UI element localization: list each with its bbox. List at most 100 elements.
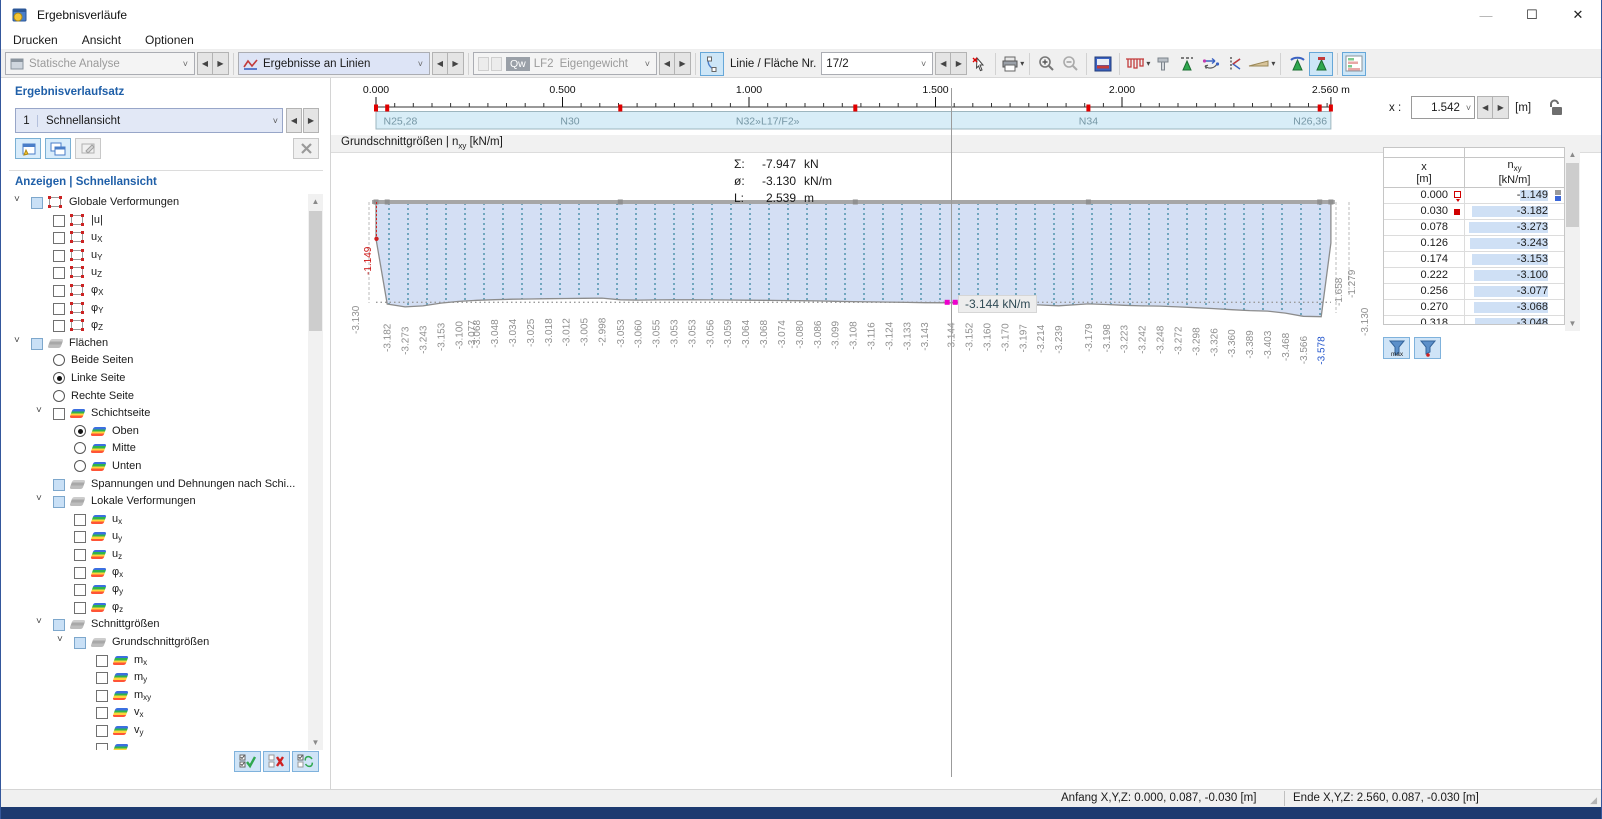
- close-button[interactable]: ✕: [1555, 0, 1601, 30]
- invert-selection-button[interactable]: [292, 751, 319, 772]
- tree-item-spannungen-und-dehnungen-nach-schi[interactable]: Spannungen und Dehnungen nach Schi...: [5, 476, 305, 494]
- print-button[interactable]: ▾: [1000, 52, 1025, 76]
- analysis-combo[interactable]: Statische Analyse ˅: [5, 52, 195, 75]
- node-values-button[interactable]: [1175, 52, 1199, 76]
- new-set-button[interactable]: [15, 138, 41, 159]
- scroll-down-icon[interactable]: ▼: [1565, 316, 1580, 331]
- copy-set-button[interactable]: [45, 138, 71, 159]
- table-row-x-0-174[interactable]: 0.174 -3.153: [1384, 252, 1564, 268]
- delete-set-button[interactable]: [293, 138, 319, 159]
- loadcase-next-button[interactable]: ▶: [675, 52, 691, 75]
- line-prev-button[interactable]: ◀: [935, 52, 952, 75]
- checkbox[interactable]: [53, 285, 65, 297]
- show-extreme-values-button[interactable]: [1309, 51, 1334, 76]
- radio-button[interactable]: [74, 442, 86, 455]
- table-row-x-0-318[interactable]: 0.318 -3.048: [1384, 316, 1564, 324]
- tree-item-ux[interactable]: uX: [5, 229, 305, 247]
- tree-item-oben[interactable]: Oben: [5, 423, 305, 441]
- table-row-x-0-126[interactable]: 0.126 -3.243: [1384, 236, 1564, 252]
- chevron-expanded-icon[interactable]: ˅: [36, 493, 42, 504]
- checkbox[interactable]: [53, 619, 65, 632]
- checkbox[interactable]: [31, 337, 43, 350]
- checkbox[interactable]: [74, 549, 86, 561]
- chevron-expanded-icon[interactable]: ˅: [36, 616, 42, 627]
- tree-item-uy[interactable]: uY: [5, 247, 305, 265]
- edit-set-button[interactable]: [75, 138, 101, 159]
- tree-item-vx[interactable]: vx: [5, 704, 305, 722]
- smoothing-dropdown-arrow[interactable]: ▾: [1271, 59, 1275, 68]
- print-dropdown-arrow[interactable]: ▾: [1020, 59, 1024, 68]
- menu-ansicht[interactable]: Ansicht: [70, 33, 133, 47]
- table-row-x-0-256[interactable]: 0.256 -3.077: [1384, 284, 1564, 300]
- filter-max-button[interactable]: max: [1383, 337, 1410, 359]
- table-row-x-0-222[interactable]: 0.222 -3.100: [1384, 268, 1564, 284]
- show-result-table-toggle[interactable]: [1342, 51, 1367, 76]
- x-position-combo[interactable]: 1.542 ˅: [1411, 96, 1476, 119]
- tree-item-uy[interactable]: uy: [5, 528, 305, 546]
- tree-scrollbar[interactable]: ▲ ▼: [308, 194, 323, 750]
- filter-point-button[interactable]: [1414, 337, 1441, 359]
- checkbox[interactable]: [74, 531, 86, 544]
- tree-item-x[interactable]: φx: [5, 564, 305, 582]
- table-scrollbar[interactable]: ▲ ▼: [1565, 147, 1580, 331]
- result-type-next-button[interactable]: ▶: [448, 52, 464, 75]
- chevron-expanded-icon[interactable]: ˅: [14, 335, 20, 346]
- table-scrollbar-thumb[interactable]: [1566, 163, 1579, 227]
- tree-item-mxy[interactable]: mxy: [5, 687, 305, 705]
- maximize-button[interactable]: ☐: [1509, 0, 1555, 30]
- tree-item-ux[interactable]: ux: [5, 511, 305, 529]
- tree-item-x[interactable]: φX: [5, 282, 305, 300]
- chevron-expanded-icon[interactable]: ˅: [14, 194, 20, 205]
- tree-item-u[interactable]: |u|: [5, 212, 305, 230]
- diagram-set-combo[interactable]: 1 Schnellansicht ˅: [15, 108, 283, 133]
- hammer-tool-button[interactable]: [1151, 52, 1175, 76]
- minimize-button[interactable]: —: [1463, 0, 1509, 30]
- table-row-x-0-030[interactable]: 0.030 -3.182: [1384, 204, 1564, 220]
- deselect-button[interactable]: [967, 52, 991, 76]
- radio-button[interactable]: [53, 372, 65, 384]
- swap-direction-button[interactable]: [1199, 52, 1223, 76]
- tree-item-item[interactable]: [5, 740, 305, 750]
- tree-item-my[interactable]: my: [5, 669, 305, 687]
- chevron-down-icon[interactable]: ˅: [1463, 103, 1474, 113]
- tree-item-schichtseite[interactable]: ˅ Schichtseite: [5, 405, 305, 423]
- smoothing-button[interactable]: ▾: [1247, 52, 1276, 76]
- table-row-x-0-078[interactable]: 0.078 -3.273: [1384, 220, 1564, 236]
- checkbox[interactable]: [31, 197, 43, 209]
- radio-button[interactable]: [74, 424, 86, 437]
- checkbox[interactable]: [96, 689, 108, 702]
- x-prev-button[interactable]: ◀: [1477, 96, 1494, 119]
- checkbox[interactable]: [53, 214, 65, 227]
- checkbox[interactable]: [74, 601, 86, 614]
- tree-item-z[interactable]: φz: [5, 599, 305, 617]
- line-next-button[interactable]: ▶: [951, 52, 968, 75]
- result-diagram-button[interactable]: ▾: [1124, 52, 1151, 76]
- scroll-up-icon[interactable]: ▲: [308, 194, 323, 209]
- table-row-x-0-270[interactable]: 0.270 -3.068: [1384, 300, 1564, 316]
- radio-button[interactable]: [53, 389, 65, 402]
- result-type-prev-button[interactable]: ◀: [432, 52, 448, 75]
- checkbox[interactable]: [74, 584, 86, 597]
- loadcase-prev-button[interactable]: ◀: [659, 52, 675, 75]
- loadcase-combo[interactable]: Qw LF2 Eigengewicht ˅: [473, 52, 657, 75]
- radio-button[interactable]: [53, 354, 65, 367]
- tree-item-fl-chen[interactable]: ˅ Flächen: [5, 335, 305, 353]
- panel-settings-button[interactable]: [1091, 52, 1115, 76]
- scroll-down-icon[interactable]: ▼: [308, 735, 323, 750]
- lock-open-icon[interactable]: [1549, 99, 1565, 117]
- scroll-up-icon[interactable]: ▲: [1565, 147, 1580, 162]
- uncheck-all-button[interactable]: [263, 751, 290, 772]
- tree-item-unten[interactable]: Unten: [5, 458, 305, 476]
- line-number-combo[interactable]: 17/2 ˅: [821, 52, 934, 75]
- tree-item-lokale-verformungen[interactable]: ˅ Lokale Verformungen: [5, 493, 305, 511]
- x-next-button[interactable]: ▶: [1493, 96, 1510, 119]
- chevron-expanded-icon[interactable]: ˅: [57, 634, 63, 645]
- tree-item-vy[interactable]: vy: [5, 722, 305, 740]
- checkbox[interactable]: [96, 725, 108, 737]
- chevron-down-icon[interactable]: ˅: [273, 116, 282, 126]
- tree-item-uz[interactable]: uZ: [5, 264, 305, 282]
- checkbox[interactable]: [74, 566, 86, 579]
- tree-item-y[interactable]: φy: [5, 581, 305, 599]
- tree-item-mx[interactable]: mx: [5, 652, 305, 670]
- result-cursor-line[interactable]: [951, 88, 952, 777]
